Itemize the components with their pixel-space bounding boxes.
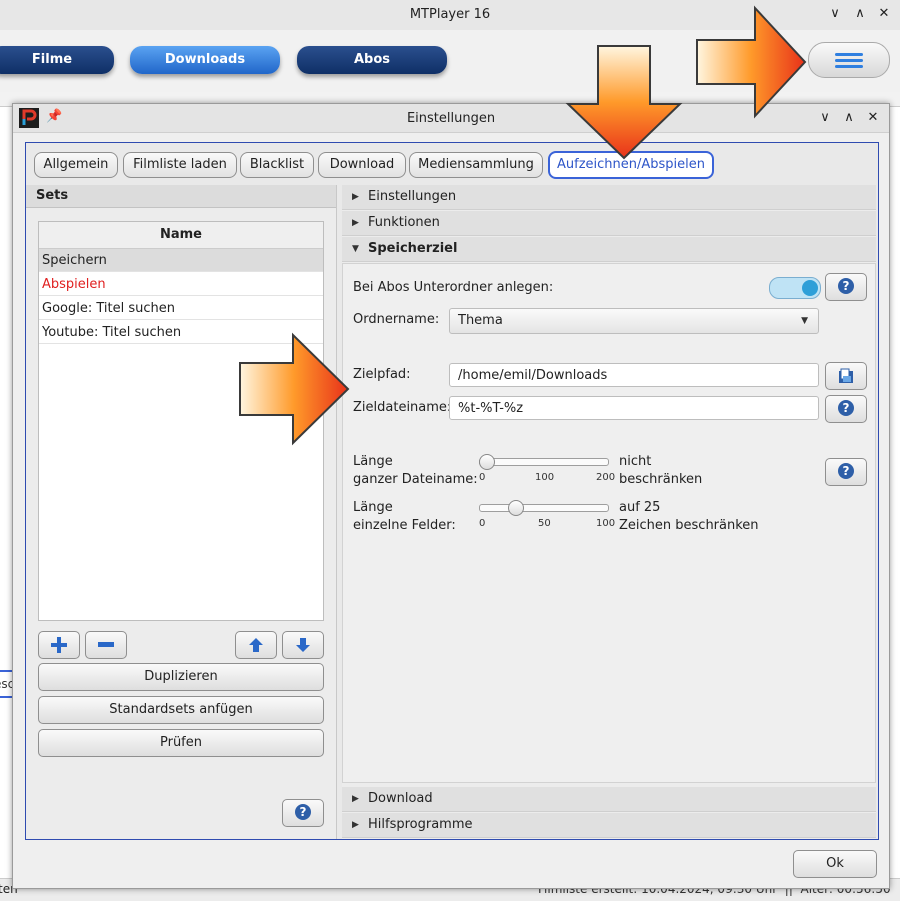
accordion-funktionen[interactable]: ▶ Funktionen [342, 211, 876, 236]
abos-subfolder-toggle[interactable] [769, 277, 821, 299]
zielpfad-label: Zielpfad: [353, 367, 411, 382]
move-down-button[interactable] [282, 631, 324, 659]
laenge-gesamt-label: Länge ganzer Dateiname: [353, 453, 478, 489]
laenge-gesamt-label-line1: Länge [353, 454, 393, 469]
standard-sets-button[interactable]: Standardsets anfügen [38, 696, 324, 724]
laenge-gesamt-tick-100: 100 [535, 472, 555, 483]
tab-download[interactable]: Download [318, 152, 406, 178]
sets-row-youtube[interactable]: Youtube: Titel suchen [39, 321, 323, 344]
minus-icon [98, 642, 114, 647]
menu-button[interactable] [808, 42, 890, 78]
laenge-gesamt-tick-200: 200 [596, 472, 616, 483]
abos-help-button[interactable]: ? [825, 273, 867, 301]
laenge-feld-slider-track[interactable] [479, 504, 609, 512]
accordion-einstellungen[interactable]: ▶ Einstellungen [342, 185, 876, 210]
dialog-titlebar: 📌 Einstellungen ∨ ∧ ✕ [13, 104, 889, 133]
dialog-content-frame: Allgemein Filmliste laden Blacklist Down… [25, 142, 879, 840]
laenge-help-button[interactable]: ? [825, 458, 867, 486]
add-set-button[interactable] [38, 631, 80, 659]
laenge-gesamt-result: nicht beschränken [619, 453, 702, 489]
dialog-maximize-button[interactable]: ∧ [840, 110, 858, 125]
dialog-title: Einstellungen [406, 111, 496, 126]
accordion-hilfsprogramme[interactable]: ▶ Hilfsprogramme [342, 813, 876, 838]
check-button[interactable]: Prüfen [38, 729, 324, 757]
sets-column-header[interactable]: Name [39, 222, 323, 249]
chevron-down-icon: ▼ [801, 316, 808, 326]
ok-button[interactable]: Ok [793, 850, 877, 878]
sets-panel: Sets Name Speichern Abspielen Google: Ti… [26, 185, 337, 839]
laenge-feld-slider-thumb[interactable] [507, 500, 524, 516]
accordion-speicherziel-label: Speicherziel [368, 241, 458, 256]
main-titlebar: MTPlayer 16 ∨ ∧ ✕ [0, 0, 900, 31]
main-minimize-button[interactable]: ∨ [826, 6, 844, 21]
laenge-gesamt-tick-0: 0 [479, 472, 486, 483]
laenge-feld-result-line1: auf 25 [619, 500, 661, 515]
laenge-feld-result: auf 25 Zeichen beschränken [619, 499, 759, 535]
sets-row-google[interactable]: Google: Titel suchen [39, 297, 323, 320]
tab-blacklist[interactable]: Blacklist [240, 152, 314, 178]
help-icon: ? [838, 400, 854, 416]
accordion-download[interactable]: ▶ Download [342, 787, 876, 812]
ordnername-select[interactable]: Thema ▼ [449, 308, 819, 334]
tab-aufzeichnen-abspielen[interactable]: Aufzeichnen/Abspielen [548, 151, 714, 179]
accordion-download-label: Download [368, 791, 433, 806]
laenge-feld-tick-100: 100 [596, 518, 616, 529]
main-window-title: MTPlayer 16 [409, 7, 491, 22]
accordion-hilfsprogramme-label: Hilfsprogramme [368, 817, 473, 832]
main-maximize-button[interactable]: ∧ [851, 6, 869, 21]
nav-abos-button[interactable]: Abos [297, 46, 447, 74]
dialog-minimize-button[interactable]: ∨ [816, 110, 834, 125]
move-up-button[interactable] [235, 631, 277, 659]
settings-dialog: 📌 Einstellungen ∨ ∧ ✕ Allgemein Filmlist… [12, 103, 890, 889]
tab-mediensammlung[interactable]: Mediensammlung [409, 152, 543, 178]
laenge-gesamt-result-line1: nicht [619, 454, 652, 469]
tab-filmliste-laden[interactable]: Filmliste laden [123, 152, 237, 178]
main-toolbar: Filme Downloads Abos [0, 30, 900, 93]
laenge-feld-label-line1: Länge [353, 500, 393, 515]
laenge-gesamt-result-line2: beschränken [619, 472, 703, 487]
accordion-einstellungen-label: Einstellungen [368, 189, 457, 204]
zieldatei-help-button[interactable]: ? [825, 395, 867, 423]
zielpfad-input[interactable]: /home/emil/Downloads [449, 363, 819, 387]
sets-header: Sets [26, 185, 336, 208]
duplicate-button[interactable]: Duplizieren [38, 663, 324, 691]
abos-subfolder-label: Bei Abos Unterordner anlegen: [353, 280, 554, 295]
zieldatei-input[interactable]: %t-%T-%z [449, 396, 819, 420]
laenge-feld-tick-0: 0 [479, 518, 486, 529]
accordion-funktionen-label: Funktionen [368, 215, 440, 230]
laenge-feld-label-line2: einzelne Felder: [353, 518, 456, 533]
sets-row-speichern[interactable]: Speichern [39, 249, 323, 272]
speicherziel-body: Bei Abos Unterordner anlegen: ? Ordnerna… [342, 263, 876, 783]
help-icon: ? [838, 463, 854, 479]
zielpfad-browse-button[interactable] [825, 362, 867, 390]
help-icon: ? [295, 804, 311, 820]
laenge-gesamt-label-line2: ganzer Dateiname: [353, 472, 478, 487]
remove-set-button[interactable] [85, 631, 127, 659]
folder-icon [839, 368, 853, 383]
sets-help-button[interactable]: ? [282, 799, 324, 827]
accordion-speicherziel[interactable]: ▼ Speicherziel [342, 237, 876, 262]
main-close-button[interactable]: ✕ [875, 6, 893, 21]
settings-right-panel: ▶ Einstellungen ▶ Funktionen ▼ Speicherziel… [342, 185, 876, 839]
nav-downloads-button[interactable]: Downloads [130, 46, 280, 74]
tab-allgemein[interactable]: Allgemein [34, 152, 118, 178]
sets-table: Name Speichern Abspielen Google: Titel s… [38, 221, 324, 621]
ordnername-value: Thema [458, 313, 503, 328]
zieldatei-label: Zieldateiname: [353, 400, 452, 415]
down-arrow-icon [296, 638, 310, 652]
menu-icon [835, 53, 863, 68]
sets-header-label: Sets [36, 188, 69, 203]
laenge-gesamt-slider-track[interactable] [479, 458, 609, 466]
plus-icon [51, 637, 67, 653]
sets-row-abspielen[interactable]: Abspielen [39, 273, 323, 296]
dialog-close-button[interactable]: ✕ [864, 110, 882, 125]
laenge-gesamt-slider-thumb[interactable] [479, 454, 495, 470]
nav-filme-button[interactable]: Filme [0, 46, 114, 74]
laenge-feld-label: Länge einzelne Felder: [353, 499, 456, 535]
ordnername-label: Ordnername: [353, 312, 440, 327]
up-arrow-icon [249, 638, 263, 652]
laenge-feld-tick-50: 50 [538, 518, 551, 529]
help-icon: ? [838, 278, 854, 294]
laenge-feld-result-line2: Zeichen beschränken [619, 518, 759, 533]
